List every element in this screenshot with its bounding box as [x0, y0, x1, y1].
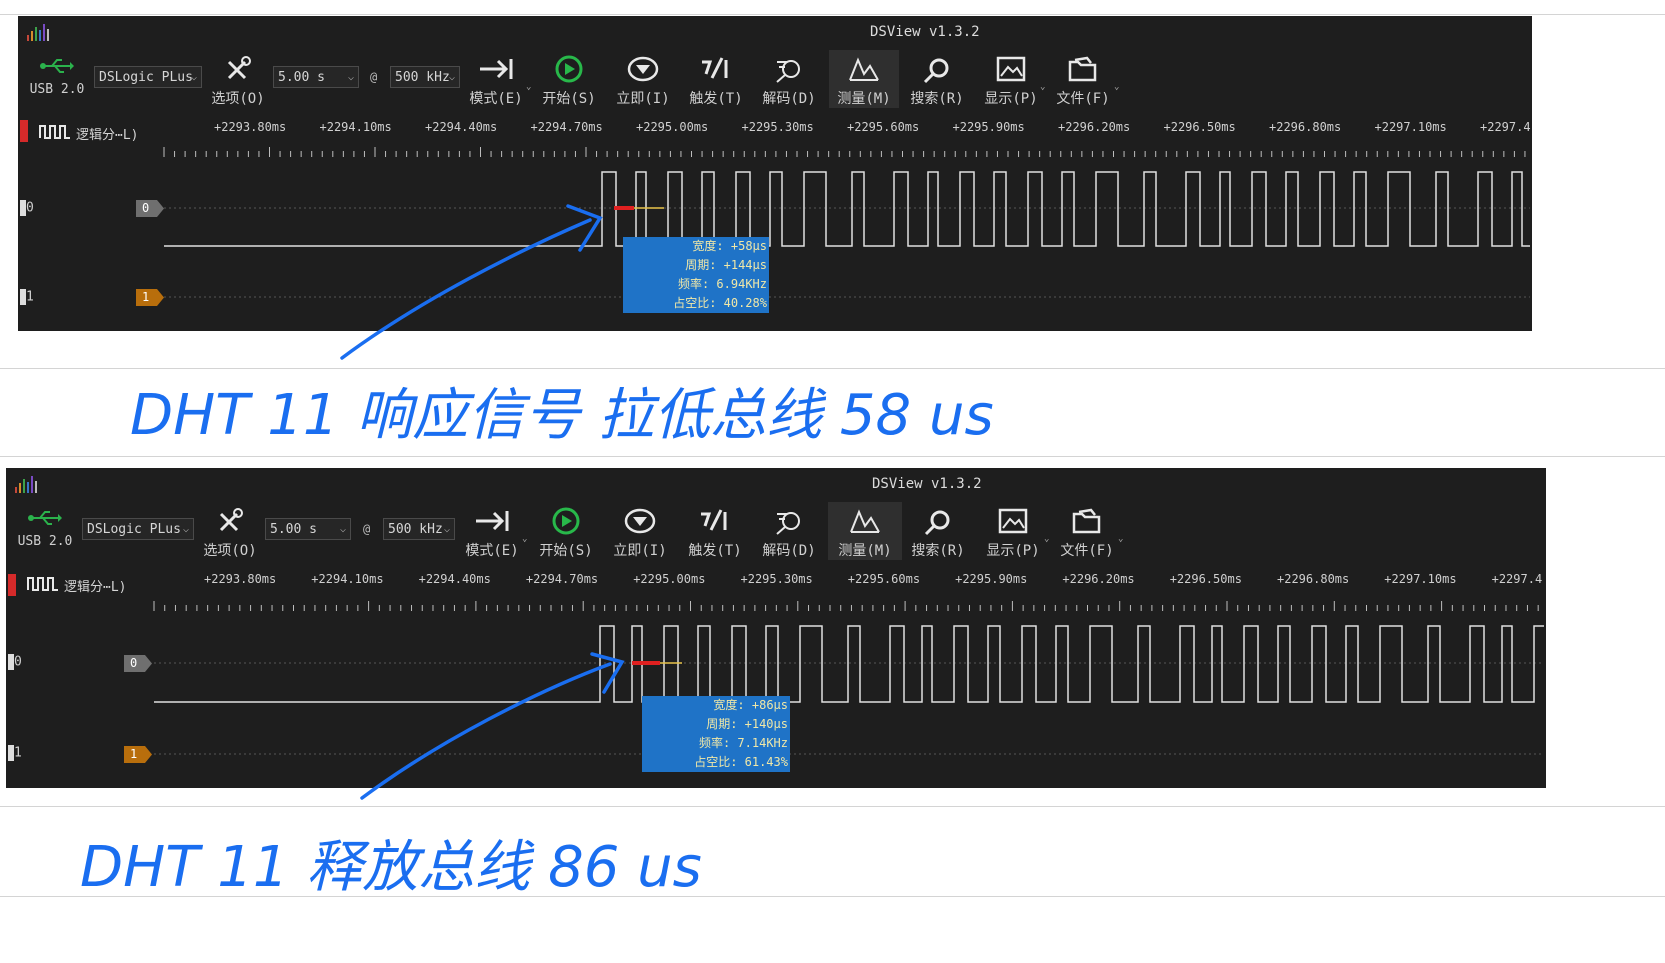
measure-period: 周期: +144μs	[685, 258, 767, 272]
time-tick-label: +2296.20ms	[1058, 120, 1131, 134]
time-tick-label: +2295.00ms	[636, 120, 709, 134]
time-tick-label: +2297.10ms	[1374, 120, 1447, 134]
channel-0-label[interactable]: 0	[20, 200, 34, 216]
note-response-signal: DHT 11 响应信号 拉低总线 58 us	[130, 383, 994, 448]
time-tick-label: +2295.00ms	[633, 572, 706, 586]
dsview-window-1: DSView v1.3.2 USB 2.0 DSLogic PLus ⌵ 选项(O…	[18, 16, 1532, 331]
ruled-line	[0, 368, 1665, 369]
measure-period: 周期: +140μs	[706, 717, 788, 731]
time-tick-label: +2295.60ms	[847, 120, 920, 134]
time-tick-label: +2295.60ms	[847, 572, 921, 586]
note-release-bus: DHT 11 释放总线 86 us	[80, 835, 702, 900]
time-tick-label: +2296.50ms	[1163, 120, 1236, 134]
time-tick-label: +2295.30ms	[740, 572, 813, 586]
channel-index: 0	[14, 654, 22, 670]
time-tick-label: +2297.4	[1480, 120, 1531, 134]
channel-index: 0	[26, 200, 34, 216]
channel-index: 1	[14, 745, 22, 761]
time-tick-label: +2294.70ms	[525, 572, 599, 586]
dsview-window-2: DSView v1.3.2 USB 2.0 DSLogic PLus ⌵ 选项(O…	[6, 468, 1546, 788]
badge-text: 1	[130, 747, 138, 761]
channel-0-label[interactable]: 0	[8, 654, 22, 670]
measurement-popup: 宽度: +86μs 周期: +140μs 频率: 7.14KHz 占空比: 61…	[642, 696, 790, 772]
time-tick-label: +2296.80ms	[1269, 120, 1342, 134]
ruled-line	[0, 806, 1665, 807]
badge-text: 0	[142, 201, 150, 215]
measure-width: 宽度: +86μs	[713, 698, 788, 712]
ruled-line	[0, 14, 1665, 15]
time-tick-label: +2293.80ms	[214, 120, 287, 134]
channel-1-label[interactable]: 1	[8, 745, 22, 761]
time-tick-label: +2294.70ms	[530, 120, 603, 134]
channel-0-waveform	[164, 171, 1530, 247]
measure-duty: 占空比: 61.43%	[694, 755, 788, 769]
measure-frequency: 频率: 6.94KHz	[677, 277, 767, 291]
time-tick-label: +2294.40ms	[425, 120, 498, 134]
time-tick-label: +2294.40ms	[418, 572, 491, 586]
measure-frequency: 频率: 7.14KHz	[698, 736, 788, 750]
time-tick-label: +2296.80ms	[1277, 572, 1350, 586]
time-tick-label: +2294.10ms	[311, 572, 384, 586]
time-tick-label: +2297.10ms	[1384, 572, 1457, 586]
measure-width: 宽度: +58μs	[692, 239, 767, 253]
waveform-area[interactable]	[18, 16, 1532, 331]
time-tick-label: +2296.20ms	[1062, 572, 1135, 586]
time-tick-label: +2297.4	[1491, 572, 1543, 586]
badge-text: 1	[142, 290, 150, 304]
time-tick-label: +2295.90ms	[952, 120, 1025, 134]
channel-1-label[interactable]: 1	[20, 289, 34, 305]
time-tick-label: +2293.80ms	[204, 572, 277, 586]
channel-0-waveform	[154, 625, 1544, 703]
time-tick-label: +2295.30ms	[741, 120, 814, 134]
measurement-popup: 宽度: +58μs 周期: +144μs 频率: 6.94KHz 占空比: 40…	[623, 237, 769, 313]
ruled-line	[0, 456, 1665, 457]
time-tick-label: +2295.90ms	[955, 572, 1028, 586]
time-tick-label: +2296.50ms	[1169, 572, 1242, 586]
badge-text: 0	[130, 656, 138, 670]
measure-duty: 占空比: 40.28%	[673, 296, 767, 310]
time-tick-label: +2294.10ms	[319, 120, 392, 134]
channel-index: 1	[26, 289, 34, 305]
